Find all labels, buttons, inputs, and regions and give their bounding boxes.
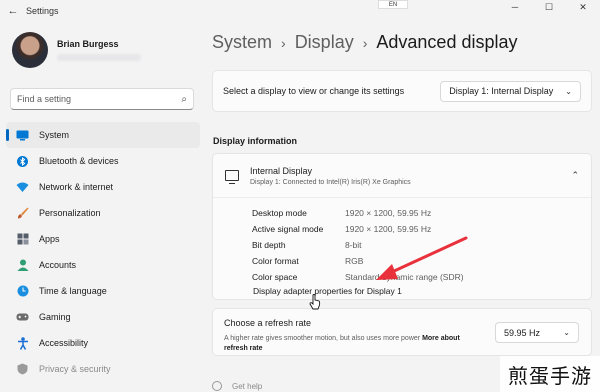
- wifi-icon: [16, 181, 29, 194]
- get-help-label: Get help: [232, 381, 263, 391]
- sidebar-item-network[interactable]: Network & internet: [6, 174, 200, 200]
- close-icon[interactable]: ✕: [566, 0, 600, 14]
- sidebar: Brian Burgess Find a setting ⌕ System Bl…: [0, 22, 206, 392]
- chevron-right-icon: ›: [362, 35, 368, 51]
- sidebar-item-label: Time & language: [39, 286, 107, 296]
- chevron-down-icon: ⌄: [563, 328, 570, 337]
- minimize-icon[interactable]: ─: [498, 0, 532, 14]
- sidebar-item-personalization[interactable]: Personalization: [6, 200, 200, 226]
- info-key: Active signal mode: [252, 224, 324, 234]
- watermark-text: 煎蛋手游: [500, 356, 600, 392]
- sidebar-item-system[interactable]: System: [6, 122, 200, 148]
- person-icon: [16, 259, 29, 272]
- display-adapter-properties-link[interactable]: Display adapter properties for Display 1: [253, 286, 402, 296]
- sidebar-item-time-language[interactable]: Time & language: [6, 278, 200, 304]
- sidebar-item-accessibility[interactable]: Accessibility: [6, 330, 200, 356]
- info-key: Bit depth: [252, 240, 286, 250]
- search-box[interactable]: Find a setting ⌕: [10, 88, 194, 110]
- display-info-rows: Desktop mode 1920 × 1200, 59.95 Hz Activ…: [252, 205, 464, 285]
- breadcrumb-system[interactable]: System: [212, 32, 272, 53]
- sidebar-item-gaming[interactable]: Gaming: [6, 304, 200, 330]
- breadcrumb-display[interactable]: Display: [295, 32, 354, 53]
- hand-cursor-icon: [309, 294, 321, 310]
- refresh-rate-card: Choose a refresh rate A higher rate give…: [212, 308, 592, 356]
- refresh-rate-value: 59.95 Hz: [504, 327, 541, 338]
- info-row: Color space Standard dynamic range (SDR): [252, 269, 464, 285]
- info-value: 8-bit: [345, 240, 362, 250]
- refresh-rate-desc-text: A higher rate gives smoother motion, but…: [224, 335, 421, 342]
- info-value: Standard dynamic range (SDR): [345, 272, 464, 282]
- user-email-redacted: [57, 54, 141, 61]
- window-controls: ─ ☐ ✕: [498, 0, 600, 14]
- brush-icon: [16, 207, 29, 220]
- sidebar-item-label: Accounts: [39, 260, 77, 270]
- display-subtitle: Display 1: Connected to Intel(R) Iris(R)…: [250, 178, 411, 186]
- breadcrumb: System › Display › Advanced display: [212, 32, 517, 53]
- info-key: Color space: [252, 272, 298, 282]
- sidebar-item-label: Network & internet: [39, 182, 114, 192]
- globe-clock-icon: [16, 285, 29, 298]
- monitor-icon: [16, 129, 29, 142]
- info-key: Color format: [252, 256, 299, 266]
- search-input[interactable]: Find a setting: [17, 94, 181, 104]
- display-info-heading: Display information: [213, 136, 298, 146]
- chevron-down-icon: ⌄: [565, 86, 572, 96]
- help-icon: [212, 381, 222, 391]
- info-row: Color format RGB: [252, 253, 464, 269]
- display-info-card: Internal Display Display 1: Connected to…: [212, 153, 592, 300]
- language-indicator: EN: [378, 0, 408, 9]
- display-select-value: Display 1: Internal Display: [449, 86, 554, 96]
- sidebar-nav: System Bluetooth & devices Network & int…: [6, 122, 200, 382]
- shield-icon: [16, 363, 29, 376]
- display-info-header[interactable]: Internal Display Display 1: Connected to…: [213, 154, 591, 198]
- refresh-rate-description: A higher rate gives smoother motion, but…: [224, 334, 474, 354]
- window-title: Settings: [26, 6, 59, 16]
- info-row: Desktop mode 1920 × 1200, 59.95 Hz: [252, 205, 464, 221]
- sidebar-item-label: Bluetooth & devices: [39, 156, 119, 166]
- select-display-label: Select a display to view or change its s…: [223, 86, 405, 96]
- sidebar-item-label: Gaming: [39, 312, 71, 322]
- maximize-icon[interactable]: ☐: [532, 0, 566, 14]
- sidebar-item-label: Privacy & security: [39, 364, 111, 374]
- apps-icon: [16, 233, 29, 246]
- info-value: RGB: [345, 256, 364, 266]
- monitor-icon: [225, 170, 239, 185]
- info-value: 1920 × 1200, 59.95 Hz: [345, 224, 432, 234]
- display-select-dropdown[interactable]: Display 1: Internal Display ⌄: [440, 80, 581, 102]
- info-row: Active signal mode 1920 × 1200, 59.95 Hz: [252, 221, 464, 237]
- info-key: Desktop mode: [252, 208, 307, 218]
- bluetooth-icon: [16, 155, 29, 168]
- gamepad-icon: [16, 311, 29, 324]
- refresh-rate-dropdown[interactable]: 59.95 Hz ⌄: [495, 322, 579, 343]
- search-icon[interactable]: ⌕: [181, 94, 187, 105]
- info-row: Bit depth 8-bit: [252, 237, 464, 253]
- sidebar-item-label: Accessibility: [39, 338, 89, 348]
- get-help-link[interactable]: Get help: [212, 381, 262, 391]
- user-name: Brian Burgess: [57, 39, 119, 49]
- sidebar-item-privacy[interactable]: Privacy & security: [6, 356, 200, 382]
- sidebar-item-label: Apps: [39, 234, 60, 244]
- avatar: [12, 32, 48, 68]
- user-profile[interactable]: Brian Burgess: [12, 32, 141, 68]
- chevron-up-icon[interactable]: ⌃: [571, 170, 579, 181]
- sidebar-item-label: Personalization: [39, 208, 101, 218]
- sidebar-item-bluetooth[interactable]: Bluetooth & devices: [6, 148, 200, 174]
- page-title: Advanced display: [376, 32, 518, 52]
- accessibility-icon: [16, 336, 29, 350]
- select-display-card: Select a display to view or change its s…: [212, 70, 592, 112]
- chevron-right-icon: ›: [281, 35, 286, 51]
- sidebar-item-label: System: [39, 130, 70, 140]
- sidebar-item-apps[interactable]: Apps: [6, 226, 200, 252]
- display-name: Internal Display: [250, 165, 313, 176]
- back-arrow-icon[interactable]: ←: [0, 5, 26, 17]
- info-value: 1920 × 1200, 59.95 Hz: [345, 208, 432, 218]
- sidebar-item-accounts[interactable]: Accounts: [6, 252, 200, 278]
